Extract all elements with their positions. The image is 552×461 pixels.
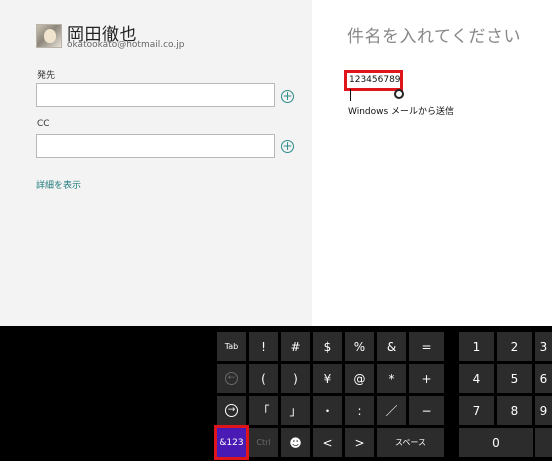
key-6[interactable]: 6 [535, 364, 552, 393]
to-field[interactable] [36, 83, 275, 107]
add-cc-icon[interactable]: + [281, 140, 294, 153]
key-slash[interactable]: ／ [377, 396, 406, 425]
key-7[interactable]: 7 [459, 396, 494, 425]
key-equals[interactable]: = [409, 332, 444, 361]
mail-signature: Windows メールから送信 [348, 107, 455, 117]
key-close-paren[interactable]: ) [281, 364, 310, 393]
key-1[interactable]: 1 [459, 332, 494, 361]
touch-keyboard: Tab ← → &123 ! # $ % & = ( ) ¥ @ * + 「 」… [0, 326, 552, 461]
key-minus[interactable]: − [409, 396, 444, 425]
key-at[interactable]: @ [345, 364, 374, 393]
key-percent[interactable]: % [345, 332, 374, 361]
cursor-left-key[interactable]: < [313, 428, 342, 457]
key-9[interactable]: 9 [535, 396, 552, 425]
message-body-text: 123456789 [349, 75, 401, 85]
key-plus[interactable]: + [409, 364, 444, 393]
enter-arrow-key[interactable]: → [217, 396, 246, 425]
key-dollar[interactable]: $ [313, 332, 342, 361]
key-2[interactable]: 2 [497, 332, 532, 361]
key-close-bracket[interactable]: 」 [281, 396, 310, 425]
cursor-right-key[interactable]: > [345, 428, 374, 457]
emoji-icon: ☻ [289, 435, 302, 450]
key-open-bracket[interactable]: 「 [249, 396, 278, 425]
to-label: 発先 [37, 71, 56, 81]
sender-avatar[interactable] [36, 24, 62, 48]
key-ampersand[interactable]: & [377, 332, 406, 361]
message-body-input[interactable]: 123456789 [344, 70, 403, 101]
tab-key[interactable]: Tab [217, 332, 246, 361]
key-exclamation[interactable]: ! [249, 332, 278, 361]
key-0[interactable]: 0 [459, 428, 533, 457]
add-to-icon[interactable]: + [281, 90, 294, 103]
subject-placeholder[interactable]: 件名を入れてください [347, 22, 521, 47]
emoji-key[interactable]: ☻ [281, 428, 310, 457]
text-caret [350, 88, 351, 101]
key-middle-dot[interactable]: ・ [313, 396, 342, 425]
key-hash[interactable]: # [281, 332, 310, 361]
show-details-link[interactable]: 詳細を表示 [36, 178, 81, 191]
cc-label: CC [37, 119, 50, 129]
enter-arrow-icon: → [225, 404, 238, 417]
space-key[interactable]: スペース [377, 428, 444, 457]
compose-header-pane: 岡田徹也 okatookato@hotmail.co.jp 発先 + CC + … [0, 0, 312, 326]
key-numpad-extra[interactable] [535, 428, 552, 457]
back-arrow-key[interactable]: ← [217, 364, 246, 393]
key-yen[interactable]: ¥ [313, 364, 342, 393]
key-3[interactable]: 3 [535, 332, 552, 361]
selection-gripper-icon[interactable] [394, 89, 404, 99]
sender-email: okatookato@hotmail.co.jp [67, 40, 185, 50]
key-asterisk[interactable]: * [377, 364, 406, 393]
back-arrow-icon: ← [225, 372, 238, 385]
cc-field[interactable] [36, 134, 275, 158]
ctrl-key[interactable]: Ctrl [249, 428, 278, 457]
symbol-mode-key[interactable]: &123 [214, 425, 249, 460]
key-colon[interactable]: : [345, 396, 374, 425]
key-4[interactable]: 4 [459, 364, 494, 393]
key-open-paren[interactable]: ( [249, 364, 278, 393]
key-5[interactable]: 5 [497, 364, 532, 393]
key-8[interactable]: 8 [497, 396, 532, 425]
